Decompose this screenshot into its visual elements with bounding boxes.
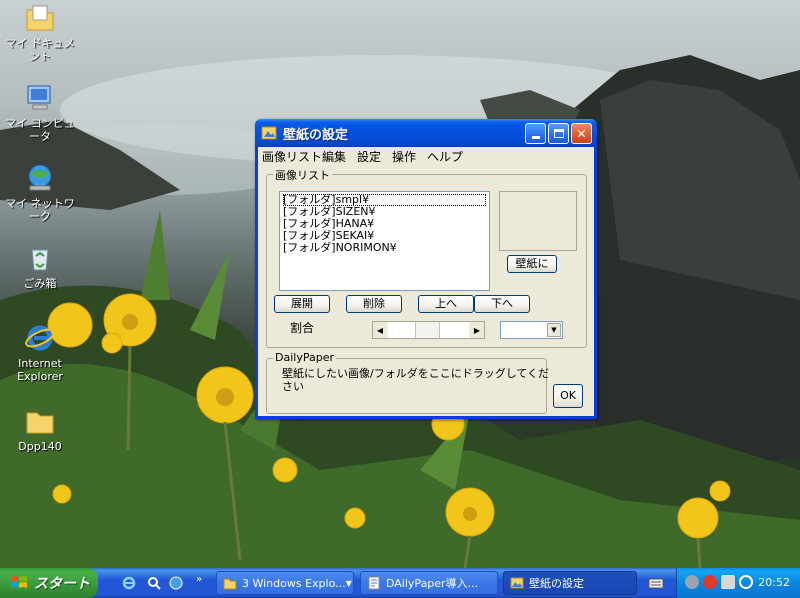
ok-button[interactable]: OK (553, 384, 583, 408)
desktop-icon-label: Internet Explorer (17, 357, 63, 383)
taskbar-item-label: 壁紙の設定 (529, 577, 584, 590)
clock: 20:52 (758, 576, 790, 589)
internet-explorer-icon (25, 325, 55, 351)
quicklaunch-more-icon[interactable]: » (196, 574, 202, 585)
taskbar-item-explorer[interactable]: 3 Windows Explo... ▼ (216, 571, 354, 595)
menu-image-list-edit[interactable]: 画像リスト編集 (262, 148, 346, 165)
desktop-icon-recycle-bin[interactable]: ごみ箱 (2, 242, 78, 290)
desktop-icon-label: マイ ドキュメント (5, 37, 75, 63)
desktop-icon-my-computer[interactable]: マイ コンピュータ (2, 82, 78, 143)
maximize-icon (553, 129, 564, 138)
ratio-slider[interactable]: ◀ ▶ (372, 321, 485, 339)
window-client-area: 画像リスト編集 設定 操作 ヘルプ 画像リスト [フォルダ]smpl¥ [フォル… (258, 147, 594, 416)
menu-settings[interactable]: 設定 (357, 148, 381, 165)
desktop-icon-internet-explorer[interactable]: Internet Explorer (2, 322, 78, 383)
document-icon (368, 576, 380, 590)
menu-operation[interactable]: 操作 (392, 148, 416, 165)
move-down-button[interactable]: 下へ (474, 295, 530, 313)
move-up-button[interactable]: 上へ (418, 295, 474, 313)
taskbar-item-dailypaper-setup[interactable]: DAilyPaper導入... (360, 571, 498, 595)
quicklaunch-search-icon[interactable] (146, 575, 162, 591)
list-item[interactable]: [フォルダ]NORIMON¥ (283, 242, 486, 254)
desktop-icon-my-network[interactable]: マイ ネットワーク (2, 162, 78, 223)
desktop-icon-label: マイ ネットワーク (5, 197, 75, 223)
recycle-bin-icon (31, 249, 49, 271)
ratio-label: 割合 (290, 321, 315, 335)
drop-zone-instruction[interactable]: 壁紙にしたい画像/フォルダをここにドラッグしてください (282, 367, 550, 393)
tray-speaker-icon[interactable] (685, 575, 699, 589)
folder-icon (26, 412, 54, 434)
desktop-icon-my-documents[interactable]: マイ ドキュメント (2, 2, 78, 63)
quicklaunch-app-icon[interactable] (168, 575, 184, 591)
minimize-button[interactable] (525, 123, 546, 144)
dailypaper-legend: DailyPaper (273, 351, 336, 364)
menu-bar: 画像リスト編集 設定 操作 ヘルプ (258, 147, 594, 166)
tray-search-icon[interactable] (739, 575, 753, 589)
slider-field-right[interactable] (439, 322, 469, 338)
delete-button[interactable]: 削除 (346, 295, 402, 313)
desktop-icon-label: Dpp140 (18, 440, 62, 453)
desktop-icon-dpp140[interactable]: Dpp140 (2, 405, 78, 453)
taskbar: スタート » 3 Windows Explo... ▼ DAilyPaper導入… (0, 568, 800, 598)
minimize-icon (531, 136, 540, 139)
ratio-dropdown[interactable]: ▼ (500, 321, 563, 339)
taskbar-item-label: DAilyPaper導入... (386, 577, 479, 590)
windows-flag-icon (11, 576, 27, 588)
chevron-down-icon: ▼ (345, 578, 352, 588)
image-preview (499, 191, 577, 251)
desktop-icon-label: マイ コンピュータ (5, 117, 75, 143)
start-label: スタート (34, 576, 90, 592)
wallpaper-settings-window: 壁紙の設定 ✕ 画像リスト編集 設定 操作 ヘルプ 画像リスト [フォルダ]sm… (255, 119, 597, 419)
app-icon (510, 577, 524, 589)
chevron-down-icon[interactable]: ▼ (547, 323, 561, 337)
computer-icon (27, 85, 51, 110)
taskbar-item-wallpaper-settings[interactable]: 壁紙の設定 (503, 571, 637, 595)
window-title: 壁紙の設定 (283, 127, 349, 143)
expand-button[interactable]: 展開 (274, 295, 330, 313)
image-list-box[interactable]: [フォルダ]smpl¥ [フォルダ]SIZEN¥ [フォルダ]HANA¥ [フォ… (279, 191, 490, 291)
app-icon (261, 126, 277, 140)
folder-icon (223, 578, 237, 590)
title-bar[interactable]: 壁紙の設定 ✕ (255, 119, 597, 147)
scroll-right-arrow[interactable]: ▶ (470, 322, 484, 338)
tray-network-icon[interactable] (721, 575, 735, 589)
keyboard-icon[interactable] (648, 575, 664, 591)
slider-field-left[interactable] (388, 322, 416, 338)
folder-documents-icon (26, 5, 54, 31)
system-tray: 20:52 (676, 568, 800, 598)
set-wallpaper-button[interactable]: 壁紙に (507, 255, 557, 273)
taskbar-item-label: 3 Windows Explo... (242, 576, 346, 590)
close-icon: ✕ (576, 126, 587, 141)
start-button[interactable]: スタート (0, 568, 98, 598)
menu-help[interactable]: ヘルプ (427, 148, 463, 165)
quicklaunch-ie-icon[interactable] (121, 575, 137, 591)
image-list-legend: 画像リスト (273, 167, 332, 183)
close-button[interactable]: ✕ (571, 123, 592, 144)
scroll-left-arrow[interactable]: ◀ (373, 322, 387, 338)
tray-security-icon[interactable] (703, 575, 717, 589)
desktop-icon-label: ごみ箱 (23, 277, 57, 290)
network-globe-icon (28, 164, 52, 191)
maximize-button[interactable] (548, 123, 569, 144)
